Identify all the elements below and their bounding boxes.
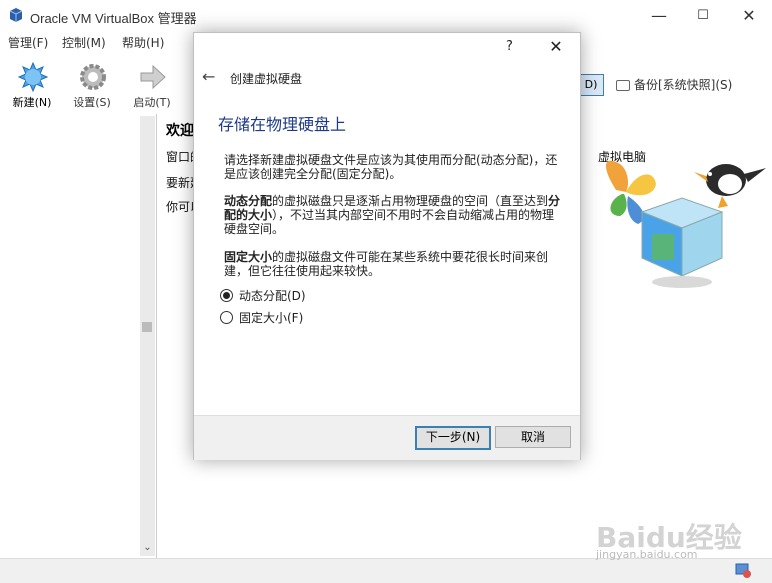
chevron-down-icon[interactable]: ⌄ bbox=[140, 542, 155, 556]
dialog-heading: 创建虚拟硬盘 bbox=[230, 72, 303, 86]
penguin-icon bbox=[694, 164, 766, 208]
scrollbar-thumb[interactable] bbox=[142, 322, 152, 332]
dialog-close-button[interactable]: ✕ bbox=[546, 37, 566, 57]
intro-paragraph: 请选择新建虚拟硬盘文件是应该为其使用而分配(动态分配)，还是应该创建完全分配(固… bbox=[224, 153, 558, 181]
virtualbox-icon bbox=[8, 7, 24, 23]
radio-dynamic[interactable]: 动态分配(D) bbox=[220, 287, 306, 304]
menu-control[interactable]: 控制(M) bbox=[62, 34, 106, 51]
status-bar bbox=[0, 558, 772, 583]
create-disk-dialog: ? ✕ ← 创建虚拟硬盘 存储在物理硬盘上 请选择新建虚拟硬盘文件是应该为其使用… bbox=[193, 32, 581, 460]
snapshot-button[interactable]: 备份[系统快照](S) bbox=[616, 76, 732, 93]
fixed-description: 固定大小的虚拟磁盘文件可能在某些系统中要花很长时间来创建，但它往往使用起来较快。 bbox=[224, 250, 564, 278]
settings-button[interactable]: 设置(S) bbox=[64, 60, 120, 112]
menu-manage[interactable]: 管理(F) bbox=[8, 34, 48, 51]
details-button[interactable]: D) bbox=[578, 74, 604, 96]
radio-dot[interactable] bbox=[220, 311, 233, 324]
next-button[interactable]: 下一步(N) bbox=[415, 426, 491, 450]
dynamic-text-a: 的虚拟磁盘只是逐渐占用物理硬盘的空间（直至达到 bbox=[272, 194, 549, 208]
section-title: 存储在物理硬盘上 bbox=[218, 115, 347, 134]
settings-label: 设置(S) bbox=[73, 96, 111, 109]
radio-fixed[interactable]: 固定大小(F) bbox=[220, 309, 303, 326]
dynamic-term: 动态分配 bbox=[224, 194, 273, 208]
dynamic-text-b: ），不过当其内部空间不用时不会自动缩减占用的物理硬盘空间。 bbox=[224, 208, 555, 236]
new-label: 新建(N) bbox=[12, 96, 52, 109]
start-button[interactable]: 启动(T) bbox=[124, 60, 180, 112]
dynamic-description: 动态分配的虚拟磁盘只是逐渐占用物理硬盘的空间（直至达到分配的大小），不过当其内部… bbox=[224, 194, 564, 236]
vm-list[interactable] bbox=[0, 114, 157, 558]
radio-fixed-label: 固定大小(F) bbox=[239, 311, 304, 325]
cube-icon bbox=[640, 197, 724, 288]
virtualbox-illustration bbox=[605, 160, 766, 288]
camera-icon bbox=[616, 80, 630, 91]
help-button[interactable]: ? bbox=[506, 39, 513, 54]
arrow-right-icon bbox=[140, 64, 166, 90]
new-icon bbox=[18, 62, 48, 92]
gear-icon bbox=[80, 64, 106, 90]
fixed-term: 固定大小 bbox=[224, 250, 273, 264]
vm-list-scrollbar[interactable] bbox=[140, 116, 155, 556]
arrow-left-icon: ← bbox=[202, 67, 216, 86]
radio-dot-selected[interactable] bbox=[220, 289, 233, 302]
cancel-button[interactable]: 取消 bbox=[495, 426, 571, 448]
welcome-title: 欢迎 bbox=[166, 123, 194, 139]
watermark-url: jingyan.baidu.com bbox=[596, 548, 698, 561]
new-button[interactable]: 新建(N) bbox=[4, 60, 60, 112]
menu-help[interactable]: 帮助(H) bbox=[122, 34, 164, 51]
network-status-icon bbox=[735, 563, 751, 578]
maximize-icon: ☐ bbox=[697, 7, 709, 23]
close-button[interactable]: ✕ bbox=[726, 0, 772, 30]
close-icon: ✕ bbox=[549, 37, 563, 56]
close-icon: ✕ bbox=[742, 5, 756, 25]
fixed-text: 的虚拟磁盘文件可能在某些系统中要花很长时间来创建，但它往往使用起来较快。 bbox=[224, 250, 549, 278]
maximize-button[interactable]: ☐ bbox=[680, 0, 726, 30]
minimize-icon: — bbox=[651, 5, 667, 25]
snapshot-label: 备份[系统快照](S) bbox=[634, 78, 733, 92]
minimize-button[interactable]: — bbox=[636, 0, 682, 30]
radio-dynamic-label: 动态分配(D) bbox=[239, 289, 306, 303]
window-title: Oracle VM VirtualBox 管理器 bbox=[30, 11, 197, 26]
back-button[interactable]: ← bbox=[202, 67, 215, 86]
start-label: 启动(T) bbox=[133, 96, 171, 109]
